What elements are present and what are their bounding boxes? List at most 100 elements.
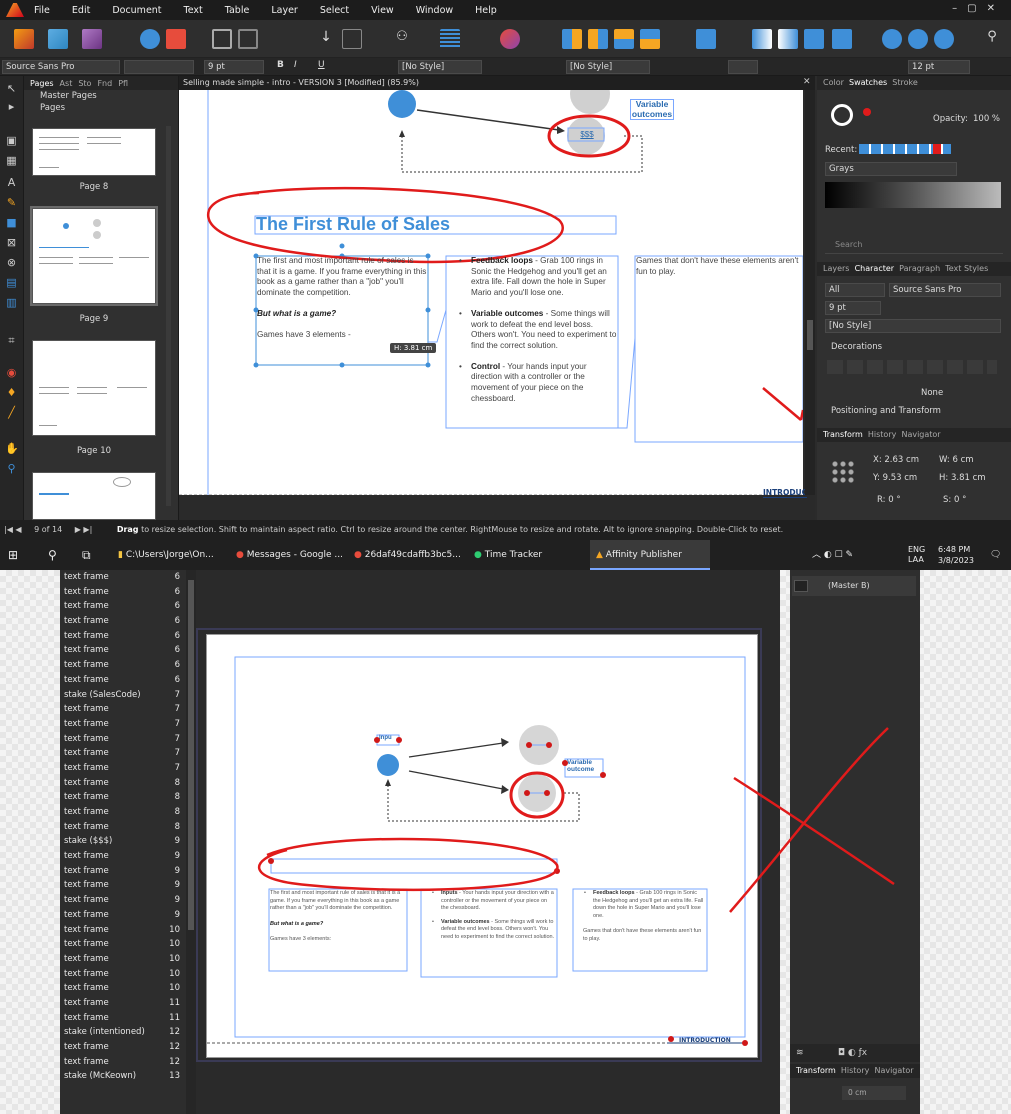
tab-history[interactable]: History bbox=[868, 430, 896, 439]
column-3-text-2[interactable]: • Feedback loops - Grab 100 rings in Soni… bbox=[583, 890, 705, 943]
tab-find[interactable]: Fnd bbox=[97, 79, 112, 88]
layer-row[interactable]: stake ($$$) 9 bbox=[60, 834, 186, 849]
layer-row[interactable]: text frame 6 bbox=[60, 658, 186, 673]
layer-row[interactable]: text frame 6 bbox=[60, 614, 186, 629]
boolean-subtract-icon[interactable] bbox=[908, 29, 928, 49]
master-pages-row[interactable]: Master Pages bbox=[24, 90, 178, 102]
notifications-icon[interactable]: 🗨 bbox=[990, 540, 1001, 570]
layer-row[interactable]: text frame 8 bbox=[60, 820, 186, 835]
recent-red-swatch[interactable] bbox=[933, 144, 941, 154]
palette-dropdown[interactable]: Grays bbox=[825, 162, 957, 176]
layer-row[interactable]: text frame 6 bbox=[60, 585, 186, 600]
user-icon[interactable]: ⚲ bbox=[982, 29, 1002, 49]
arrange-front-icon[interactable] bbox=[614, 29, 634, 49]
place-image-tool-icon[interactable]: ▤ bbox=[5, 276, 18, 289]
page-navigation-icon[interactable]: |◀ ◀ bbox=[4, 525, 22, 534]
leading-field[interactable]: 12 pt bbox=[908, 60, 970, 74]
bold-button[interactable]: B bbox=[277, 60, 284, 70]
opacity-value[interactable]: 100 % bbox=[973, 114, 1000, 124]
tab-layers[interactable]: Layers bbox=[823, 264, 849, 273]
color-picker-tool-icon[interactable]: ╱ bbox=[5, 406, 18, 419]
arrange-back-icon[interactable] bbox=[562, 29, 582, 49]
layer-row[interactable]: stake (SalesCode) 7 bbox=[60, 688, 186, 703]
node-tool-icon[interactable]: ▸ bbox=[5, 100, 18, 113]
menu-text[interactable]: Text bbox=[184, 5, 203, 16]
inputs-label[interactable]: Inpu bbox=[379, 735, 392, 743]
align-icon[interactable] bbox=[696, 29, 716, 49]
page-forward-icon[interactable]: ▶ ▶| bbox=[75, 525, 93, 534]
layer-row[interactable]: text frame 9 bbox=[60, 893, 186, 908]
language-indicator[interactable]: ENG LAA bbox=[908, 545, 925, 567]
menu-layer[interactable]: Layer bbox=[271, 5, 298, 16]
taskbar-time-tracker[interactable]: ● Time Tracker bbox=[474, 540, 542, 570]
page-10-thumbnail[interactable] bbox=[32, 340, 156, 436]
font-size-field[interactable]: 9 pt bbox=[204, 60, 264, 74]
variable-outcomes-label[interactable]: Variable outcomes bbox=[630, 99, 674, 120]
document-tab[interactable]: Selling made simple - intro - VERSION 3 … bbox=[179, 76, 815, 90]
menu-window[interactable]: Window bbox=[416, 5, 453, 16]
character-size-field[interactable]: 9 pt bbox=[825, 301, 881, 315]
ellipse-tool-icon[interactable]: ⊗ bbox=[5, 256, 18, 269]
menu-table[interactable]: Table bbox=[225, 5, 250, 16]
layer-row[interactable]: text frame 8 bbox=[60, 776, 186, 791]
fill-tool-icon[interactable]: ◉ bbox=[5, 366, 18, 379]
table-tool-icon[interactable]: ▦ bbox=[5, 154, 18, 167]
flip-vertical-icon[interactable] bbox=[778, 29, 798, 49]
tab-navigator[interactable]: Navigator bbox=[901, 430, 940, 439]
rectangle-tool-icon[interactable]: ■ bbox=[5, 216, 18, 229]
document-canvas-2[interactable]: Inpu Variable outcome The first and most… bbox=[196, 570, 780, 1114]
layer-row[interactable]: text frame 6 bbox=[60, 599, 186, 614]
introduction-tag[interactable]: INTRODUC bbox=[763, 488, 808, 498]
transform-x-2[interactable]: 0 cm bbox=[842, 1086, 906, 1100]
boolean-add-icon[interactable] bbox=[882, 29, 902, 49]
crop-tool-icon[interactable]: ⌗ bbox=[5, 334, 18, 347]
text-wrap-icon[interactable] bbox=[342, 29, 362, 49]
document-canvas[interactable]: Variable outcomes $$$ The First Rule of … bbox=[179, 90, 815, 520]
panel-toolbar-icons[interactable]: ≋ ◘ ◐ ƒx bbox=[790, 1044, 920, 1062]
layer-row[interactable]: text frame 10 bbox=[60, 981, 186, 996]
layer-row[interactable]: text frame 12 bbox=[60, 1040, 186, 1055]
layer-row[interactable]: text frame 6 bbox=[60, 570, 186, 585]
tab-history-2[interactable]: History bbox=[841, 1066, 869, 1075]
pin-icon[interactable]: ↓ bbox=[316, 29, 336, 49]
rotate-right-icon[interactable] bbox=[832, 29, 852, 49]
zoom-tool-icon[interactable]: ⚲ bbox=[5, 462, 18, 475]
layer-row[interactable]: text frame 6 bbox=[60, 673, 186, 688]
layer-row[interactable]: stake (intentioned) 12 bbox=[60, 1025, 186, 1040]
character-scope-dropdown[interactable]: All bbox=[825, 283, 885, 297]
layers-scrollbar[interactable] bbox=[186, 570, 196, 1114]
transform-w[interactable]: W: 6 cm bbox=[939, 455, 974, 465]
tab-character[interactable]: Character bbox=[855, 264, 895, 273]
tab-transform-2[interactable]: Transform bbox=[796, 1066, 836, 1075]
character-style-field[interactable]: [No Style] bbox=[566, 60, 650, 74]
column-1-text[interactable]: The first and most important rule of sal… bbox=[257, 256, 429, 340]
boolean-intersect-icon[interactable] bbox=[934, 29, 954, 49]
layer-row[interactable]: text frame 7 bbox=[60, 717, 186, 732]
font-family-field[interactable]: Source Sans Pro bbox=[2, 60, 120, 74]
layer-row[interactable]: text frame 10 bbox=[60, 967, 186, 982]
page-heading[interactable]: The First Rule of Sales bbox=[256, 214, 450, 235]
tab-assets[interactable]: Ast bbox=[60, 79, 73, 88]
layer-row[interactable]: text frame 10 bbox=[60, 952, 186, 967]
transparency-tool-icon[interactable]: ♦ bbox=[5, 386, 18, 399]
column-2-text[interactable]: • Feedback loops - Grab 100 rings in Soni… bbox=[457, 256, 617, 404]
layer-row[interactable]: text frame 11 bbox=[60, 1011, 186, 1026]
layer-row[interactable]: text frame 12 bbox=[60, 1055, 186, 1070]
align-left-button[interactable] bbox=[728, 60, 758, 74]
pages-scrollbar[interactable] bbox=[166, 126, 171, 506]
page-counter[interactable]: 9 of 14 bbox=[34, 525, 62, 534]
preview-mode-icon[interactable] bbox=[238, 29, 258, 49]
windows-start-icon[interactable]: ⊞ bbox=[8, 540, 18, 570]
red-color-dot[interactable] bbox=[863, 108, 871, 116]
tab-color[interactable]: Color bbox=[823, 78, 844, 87]
layer-row[interactable]: text frame 7 bbox=[60, 746, 186, 761]
menu-edit[interactable]: Edit bbox=[72, 5, 90, 16]
tab-transform[interactable]: Transform bbox=[823, 430, 863, 439]
share-icon[interactable] bbox=[140, 29, 160, 49]
page-9-thumbnail[interactable] bbox=[30, 206, 158, 306]
layer-row[interactable]: text frame 7 bbox=[60, 761, 186, 776]
menu-help[interactable]: Help bbox=[475, 5, 497, 16]
menu-select[interactable]: Select bbox=[320, 5, 349, 16]
sss-label[interactable]: $$$ bbox=[572, 130, 602, 141]
clock[interactable]: 6:48 PM 3/8/2023 bbox=[938, 544, 974, 566]
